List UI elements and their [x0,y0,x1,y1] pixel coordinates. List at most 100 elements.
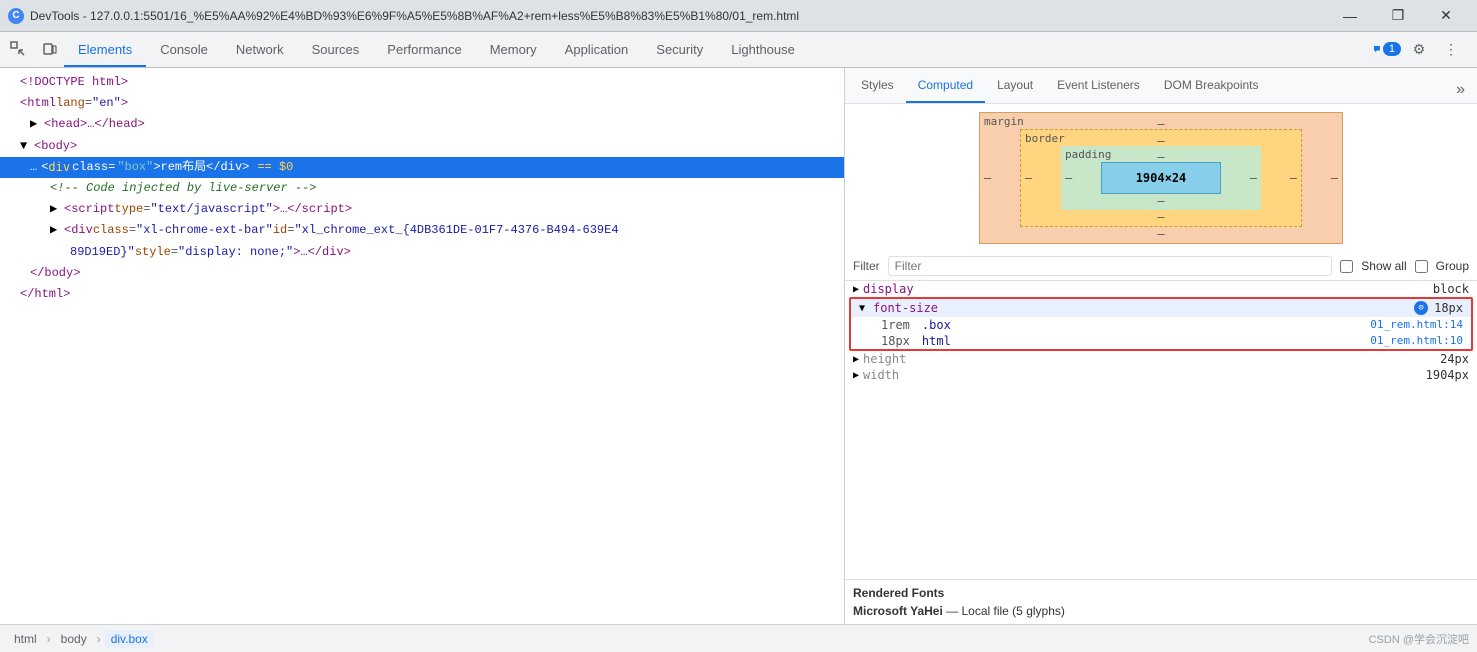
prop-font-size-row: font-size ⊙ 18px [851,299,1471,317]
group-checkbox[interactable] [1415,260,1428,273]
tab-event-listeners[interactable]: Event Listeners [1045,69,1152,103]
close-button[interactable]: ✕ [1423,0,1469,32]
dom-panel: <!DOCTYPE html> <html lang = "en" > ▶ <h… [0,68,845,624]
prop-height-row: height 24px [845,351,1477,367]
tab-security[interactable]: Security [642,33,717,67]
expand-body-arrow[interactable]: ▼ [20,137,32,156]
breadcrumb-bar: html › body › div.box CSDN @学会沉淀吧 [0,624,1477,652]
height-prop-val: 24px [1440,352,1469,366]
height-expand[interactable] [853,354,863,365]
rendered-fonts-detail: Microsoft YaHei — Local file (5 glyphs) [853,604,1469,618]
filter-label: Filter [853,259,880,273]
prop-width-row: width 1904px [845,367,1477,383]
prop-font-size-sub-1rem: 1rem .box 01_rem.html:14 [851,317,1471,333]
prop-font-size-sub-18px: 18px html 01_rem.html:10 [851,333,1471,349]
font-name: Microsoft YaHei [853,604,943,618]
tab-console[interactable]: Console [146,33,222,67]
tab-computed[interactable]: Computed [906,69,985,103]
breadcrumb-sep-2: › [97,632,101,646]
font-size-expand[interactable] [859,303,869,314]
maximize-button[interactable]: ❐ [1375,0,1421,32]
sub-src-14[interactable]: 01_rem.html:14 [1370,318,1463,332]
breadcrumb-body[interactable]: body [55,630,93,648]
breadcrumb-html[interactable]: html [8,630,43,648]
width-expand[interactable] [853,370,863,381]
tab-lighthouse[interactable]: Lighthouse [717,33,809,67]
filter-input[interactable] [888,256,1333,276]
right-panel-more[interactable]: » [1448,77,1473,103]
page-title: DevTools - 127.0.0.1:5501/16_%E5%AA%92%E… [30,9,1327,23]
tab-styles[interactable]: Styles [849,69,906,103]
dom-line-div-box[interactable]: … < div class= "box" >rem布局</div> == $0 [0,157,844,178]
dom-line-body-close: </body> [0,263,844,284]
width-prop-name: width [863,368,899,382]
chat-badge: 1 [1383,42,1401,56]
border-label: border [1025,132,1065,145]
expand-script-arrow[interactable]: ▶ [50,200,62,219]
dom-line-script[interactable]: ▶ <script type = "text/javascript" >…</s… [0,199,844,220]
show-all-label[interactable]: Show all [1361,259,1406,273]
margin-label: margin [984,115,1024,128]
padding-label: padding [1065,148,1111,161]
box-model: margin – – – – border – – – – [979,112,1343,244]
doctype-tag: <!DOCTYPE html> [20,73,128,92]
dom-line-doctype: <!DOCTYPE html> [0,72,844,93]
tab-memory[interactable]: Memory [476,33,551,67]
box-model-area: margin – – – – border – – – – [845,104,1477,252]
font-size-prop-val: 18px [1434,301,1463,315]
minimize-button[interactable]: — [1327,0,1373,32]
dom-line-comment: <!-- Code injected by live-server --> [0,178,844,199]
device-toolbar-button[interactable] [36,35,64,63]
sub-prop-1rem: 1rem [881,318,910,332]
tab-network[interactable]: Network [222,33,298,67]
prop-display-row: display block [845,281,1477,297]
right-tab-bar: Styles Computed Layout Event Listeners D… [845,68,1477,104]
display-prop-val: block [1433,282,1469,296]
sub-src-10[interactable]: 01_rem.html:10 [1370,334,1463,348]
display-expand[interactable] [853,284,863,295]
filter-bar: Filter Show all Group [845,252,1477,281]
settings-button[interactable]: ⚙ [1405,35,1433,63]
display-prop-name: display [863,282,1273,296]
dom-line-ext-bar-2: 89D19ED}" style = "display: none;" >…</d… [0,242,844,263]
element-picker-button[interactable] [4,35,32,63]
tab-layout[interactable]: Layout [985,69,1045,103]
tab-performance[interactable]: Performance [373,33,475,67]
dom-line-html-close: </html> [0,284,844,305]
font-size-circle-icon: ⊙ [1414,301,1428,315]
breadcrumb-right-text: CSDN @学会沉淀吧 [1369,631,1469,647]
right-panel: Styles Computed Layout Event Listeners D… [845,68,1477,624]
expand-ext-arrow[interactable]: ▶ [50,221,62,240]
tab-dom-breakpoints[interactable]: DOM Breakpoints [1152,69,1271,103]
dom-line-body-open[interactable]: ▼ <body> [0,136,844,157]
font-size-prop-name: font-size [873,301,938,315]
box-model-content: 1904×24 [1101,162,1221,194]
dom-tree: <!DOCTYPE html> <html lang = "en" > ▶ <h… [0,68,844,624]
width-prop-val: 1904px [1426,368,1469,382]
tab-application[interactable]: Application [551,33,643,67]
devtools-tab-bar: Elements Console Network Sources Perform… [0,32,1477,68]
chat-button[interactable]: 1 [1373,35,1401,63]
sub-sel-html: html [922,334,951,348]
show-all-checkbox[interactable] [1340,260,1353,273]
group-label[interactable]: Group [1436,259,1469,273]
title-bar: C DevTools - 127.0.0.1:5501/16_%E5%AA%92… [0,0,1477,32]
html-tag: <html [20,94,56,113]
dom-line-ext-bar[interactable]: ▶ <div class = "xl-chrome-ext-bar" id = … [0,220,844,241]
dom-line-head[interactable]: ▶ <head>…</head> [0,114,844,135]
window-controls: — ❐ ✕ [1327,0,1469,32]
more-button[interactable]: ⋮ [1437,35,1465,63]
rendered-fonts-label: Rendered Fonts [853,586,1469,600]
main-layout: <!DOCTYPE html> <html lang = "en" > ▶ <h… [0,68,1477,624]
expand-head-arrow[interactable]: ▶ [30,115,42,134]
sub-prop-18px: 18px [881,334,910,348]
favicon-icon: C [8,8,24,24]
font-detail: — Local file (5 glyphs) [946,604,1065,618]
breadcrumb-sep-1: › [47,632,51,646]
box-model-padding: padding – – – – 1904×24 [1061,146,1261,210]
tab-sources[interactable]: Sources [298,33,374,67]
rendered-fonts-section: Rendered Fonts Microsoft YaHei — Local f… [845,579,1477,624]
tab-elements[interactable]: Elements [64,33,146,67]
box-model-margin: margin – – – – border – – – – [979,112,1343,244]
breadcrumb-div-box[interactable]: div.box [105,630,154,648]
